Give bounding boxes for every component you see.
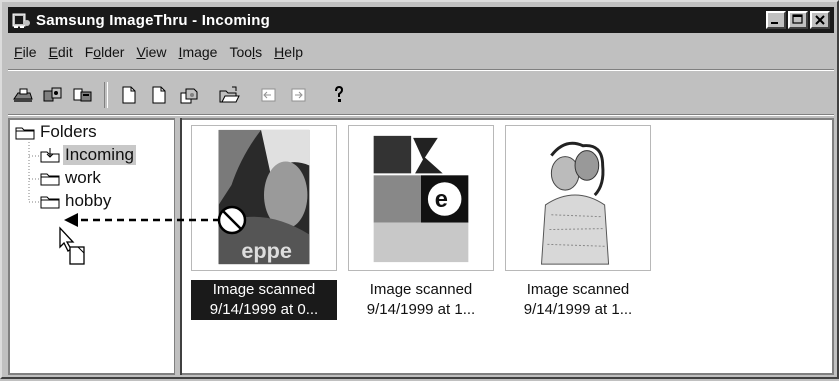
menu-view[interactable]: View <box>130 44 172 60</box>
folder-icon <box>40 194 60 209</box>
toolbar-separator-line <box>8 114 834 116</box>
tree-item-incoming[interactable]: Incoming <box>40 145 136 165</box>
toolbar <box>10 78 356 112</box>
pane-splitter[interactable] <box>174 118 182 375</box>
help-icon[interactable] <box>326 82 352 108</box>
blank-page-icon[interactable] <box>146 82 172 108</box>
menu-bar: File Edit Folder View Image Tools Help <box>8 39 309 65</box>
menu-image[interactable]: Image <box>173 44 224 60</box>
tree-item-label: work <box>65 168 101 187</box>
app-window: Samsung ImageThru - Incoming File Edit F… <box>0 0 839 379</box>
photo-thumbnail-3 <box>506 126 650 270</box>
folders-icon <box>15 125 35 140</box>
thumbnail-caption[interactable]: Image scanned 9/14/1999 at 1... <box>348 280 494 320</box>
scanner-icon[interactable] <box>10 82 36 108</box>
svg-text:e: e <box>435 187 448 213</box>
thumbnail-image[interactable]: eppe <box>191 125 337 271</box>
photo-thumbnail-1: eppe <box>218 129 310 265</box>
maximize-button[interactable] <box>788 11 808 29</box>
batch-scan-icon[interactable] <box>70 82 96 108</box>
title-bar[interactable]: Samsung ImageThru - Incoming <box>8 7 834 33</box>
minimize-button[interactable] <box>766 11 786 29</box>
acquire-icon[interactable] <box>40 82 66 108</box>
tree-item-work[interactable]: work <box>40 168 103 188</box>
tree-item-label: hobby <box>65 191 112 210</box>
thumbnail-image[interactable] <box>505 125 651 271</box>
copy-icon[interactable] <box>176 82 202 108</box>
tree-item-label: Incoming <box>63 145 136 165</box>
open-folder-icon[interactable] <box>216 82 242 108</box>
thumbnail-image[interactable]: e <box>348 125 494 271</box>
new-page-icon[interactable] <box>116 82 142 108</box>
inbox-folder-icon <box>40 147 60 163</box>
menu-folder[interactable]: Folder <box>79 44 131 60</box>
menu-file[interactable]: File <box>8 44 43 60</box>
close-button[interactable] <box>810 11 830 29</box>
folder-icon <box>40 171 60 186</box>
folder-tree-pane[interactable]: Folders Incoming work hobby <box>8 118 174 375</box>
svg-text:eppe: eppe <box>241 238 292 263</box>
tree-root-label: Folders <box>40 122 97 141</box>
tree-item-hobby[interactable]: hobby <box>40 191 113 211</box>
menu-edit[interactable]: Edit <box>43 44 79 60</box>
menu-tools[interactable]: Tools <box>223 44 268 60</box>
toolbar-separator <box>104 82 108 108</box>
app-icon[interactable] <box>12 11 32 29</box>
next-icon[interactable] <box>286 82 312 108</box>
thumbnail-caption[interactable]: Image scanned 9/14/1999 at 0... <box>191 280 337 320</box>
thumbnail-pane[interactable]: eppe e Image scanned 9/14/1999 at 0... I… <box>182 118 834 375</box>
menu-help[interactable]: Help <box>268 44 309 60</box>
photo-thumbnail-2: e <box>373 129 469 265</box>
tree-root-folders[interactable]: Folders <box>15 122 99 142</box>
previous-icon[interactable] <box>256 82 282 108</box>
window-title: Samsung ImageThru - Incoming <box>36 11 270 29</box>
thumbnail-caption[interactable]: Image scanned 9/14/1999 at 1... <box>505 280 651 320</box>
menu-separator <box>8 69 834 71</box>
